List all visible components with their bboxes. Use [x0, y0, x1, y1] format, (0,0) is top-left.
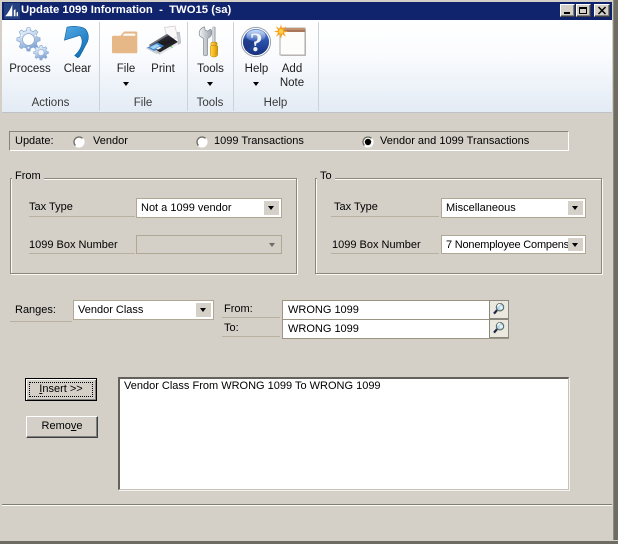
svg-text:?: ?	[250, 28, 263, 57]
